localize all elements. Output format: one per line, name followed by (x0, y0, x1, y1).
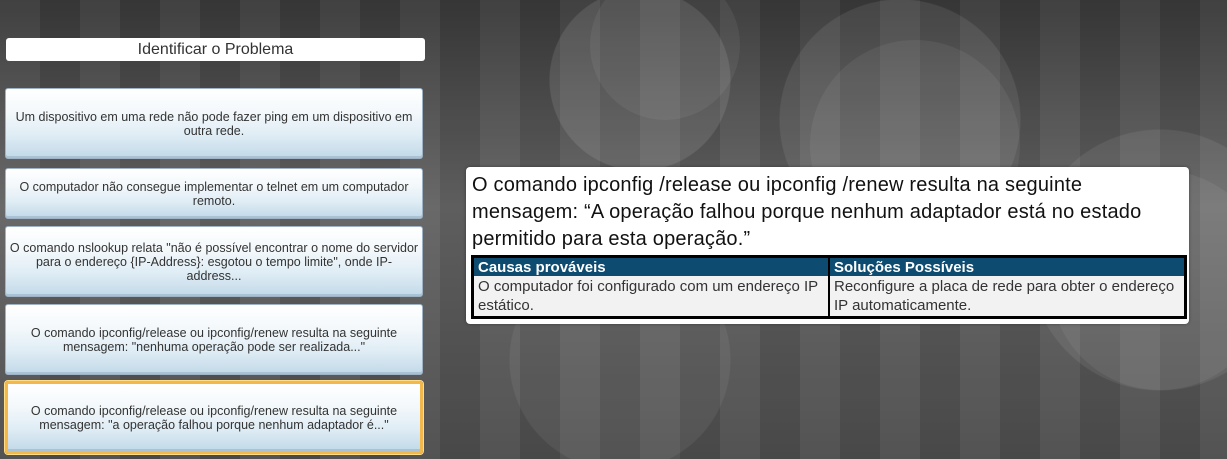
problem-button-label: O comando ipconfig/release ou ipconfig/r… (30, 403, 398, 432)
solution-cell: Reconfigure a placa de rede para obter o… (829, 276, 1186, 318)
problem-button-ipconfig-no-operation[interactable]: O comando ipconfig/release ou ipconfig/r… (5, 304, 423, 375)
solutions-header: Soluções Possíveis (829, 256, 1186, 276)
problem-button-label: Um dispositivo em uma rede não pode faze… (15, 109, 413, 138)
problem-button-ipconfig-adapter-state[interactable]: O comando ipconfig/release ou ipconfig/r… (5, 381, 423, 454)
background-decoration (590, 0, 740, 120)
problem-button-label: O computador não consegue implementar o … (19, 179, 409, 208)
table-header-row: Causas prováveis Soluções Possíveis (472, 256, 1186, 276)
table-row: O computador foi configurado com um ende… (472, 276, 1186, 318)
problem-button-label: O comando ipconfig/release ou ipconfig/r… (30, 325, 398, 354)
problem-button-ping[interactable]: Um dispositivo em uma rede não pode faze… (5, 88, 423, 159)
problem-button-nslookup[interactable]: O comando nslookup relata "não é possíve… (5, 226, 423, 297)
problem-detail-message: O comando ipconfig /release ou ipconfig … (472, 174, 1142, 250)
problem-button-telnet[interactable]: O computador não consegue implementar o … (5, 168, 423, 219)
problem-detail-panel: O comando ipconfig /release ou ipconfig … (466, 167, 1189, 324)
causes-solutions-table: Causas prováveis Soluções Possíveis O co… (471, 255, 1187, 319)
problem-button-label: O comando nslookup relata "não é possíve… (9, 240, 419, 283)
causes-header: Causas prováveis (472, 256, 830, 276)
cause-cell: O computador foi configurado com um ende… (472, 276, 830, 318)
identify-problem-title: Identificar o Problema (6, 38, 425, 61)
